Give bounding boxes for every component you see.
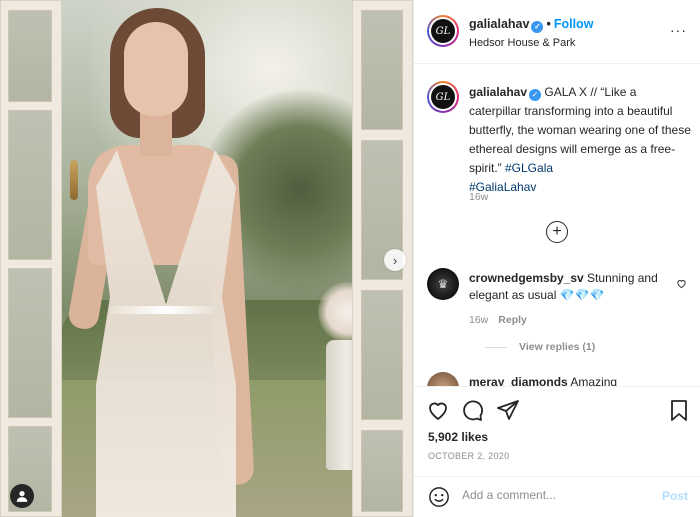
post-details-panel: GL galialahav ✓ • Follow Hedsor House & Par… [413, 0, 700, 517]
emoji-smiley-icon[interactable] [428, 486, 450, 508]
hashtag-link[interactable]: #GLGala [505, 161, 553, 175]
comment-meta: 16w Reply [469, 314, 527, 326]
likes-count[interactable]: 5,902 likes [428, 430, 488, 444]
chevron-right-icon[interactable]: › [384, 249, 406, 271]
add-comment-bar: Post [414, 476, 700, 517]
comment-item: meray_diamonds Amazing [427, 372, 689, 386]
comments-section: GL galialahav ✓ GALA X // “Like a caterpi… [414, 64, 700, 386]
commenter-avatar[interactable]: ♛ [427, 268, 459, 300]
verified-badge-icon: ✓ [529, 89, 542, 101]
post-date[interactable]: OCTOBER 2, 2020 [428, 451, 509, 461]
commenter-avatar[interactable] [427, 372, 459, 386]
post-comment-button[interactable]: Post [662, 489, 688, 503]
like-heart-icon[interactable] [426, 398, 450, 422]
face [124, 22, 188, 116]
beaded-belt [110, 306, 222, 314]
caption-username[interactable]: galialahav [469, 85, 527, 99]
location-link[interactable]: Hedsor House & Park [469, 37, 575, 49]
caption-timestamp[interactable]: 16w [469, 191, 488, 203]
view-replies-button[interactable]: View replies (1) [485, 341, 595, 353]
post-actions: 5,902 likes OCTOBER 2, 2020 [414, 386, 700, 476]
caption-avatar[interactable]: GL [427, 81, 459, 113]
comment-item: ♛ crownedgemsby_sv Stunning and elegant … [427, 268, 689, 378]
post-image[interactable]: › [0, 0, 413, 517]
more-options-icon[interactable]: ··· [670, 22, 687, 38]
comment-timestamp[interactable]: 16w [469, 314, 488, 326]
header-username[interactable]: galialahav [469, 17, 529, 31]
comment-text: meray_diamonds Amazing [469, 374, 669, 386]
brand-logo: GL [431, 19, 455, 43]
comment-username[interactable]: crownedgemsby_sv [469, 271, 584, 285]
brand-logo: GL [431, 85, 455, 109]
post-header: GL galialahav ✓ • Follow Hedsor House & Par… [414, 0, 700, 64]
reply-button[interactable]: Reply [498, 314, 527, 326]
like-comment-heart-icon[interactable] [676, 278, 687, 289]
add-comment-input[interactable] [462, 488, 652, 502]
verified-badge-icon: ✓ [531, 21, 544, 33]
model-figure [0, 0, 255, 517]
user-tag-icon[interactable] [10, 484, 34, 508]
header-username-row: galialahav ✓ • Follow [469, 17, 593, 33]
comment-text: crownedgemsby_sv Stunning and elegant as… [469, 270, 669, 304]
avatar[interactable]: GL [427, 15, 459, 47]
load-more-comments-icon[interactable]: + [546, 221, 568, 243]
separator-dot: • [546, 17, 551, 31]
comment-username[interactable]: meray_diamonds [469, 375, 568, 386]
caption-text: galialahav ✓ GALA X // “Like a caterpilla… [469, 83, 691, 197]
comment-body: Amazing [567, 375, 618, 386]
comment-bubble-icon[interactable] [460, 398, 484, 422]
follow-button[interactable]: Follow [554, 17, 594, 31]
save-bookmark-icon[interactable] [667, 398, 691, 422]
share-paper-plane-icon[interactable] [496, 398, 520, 422]
